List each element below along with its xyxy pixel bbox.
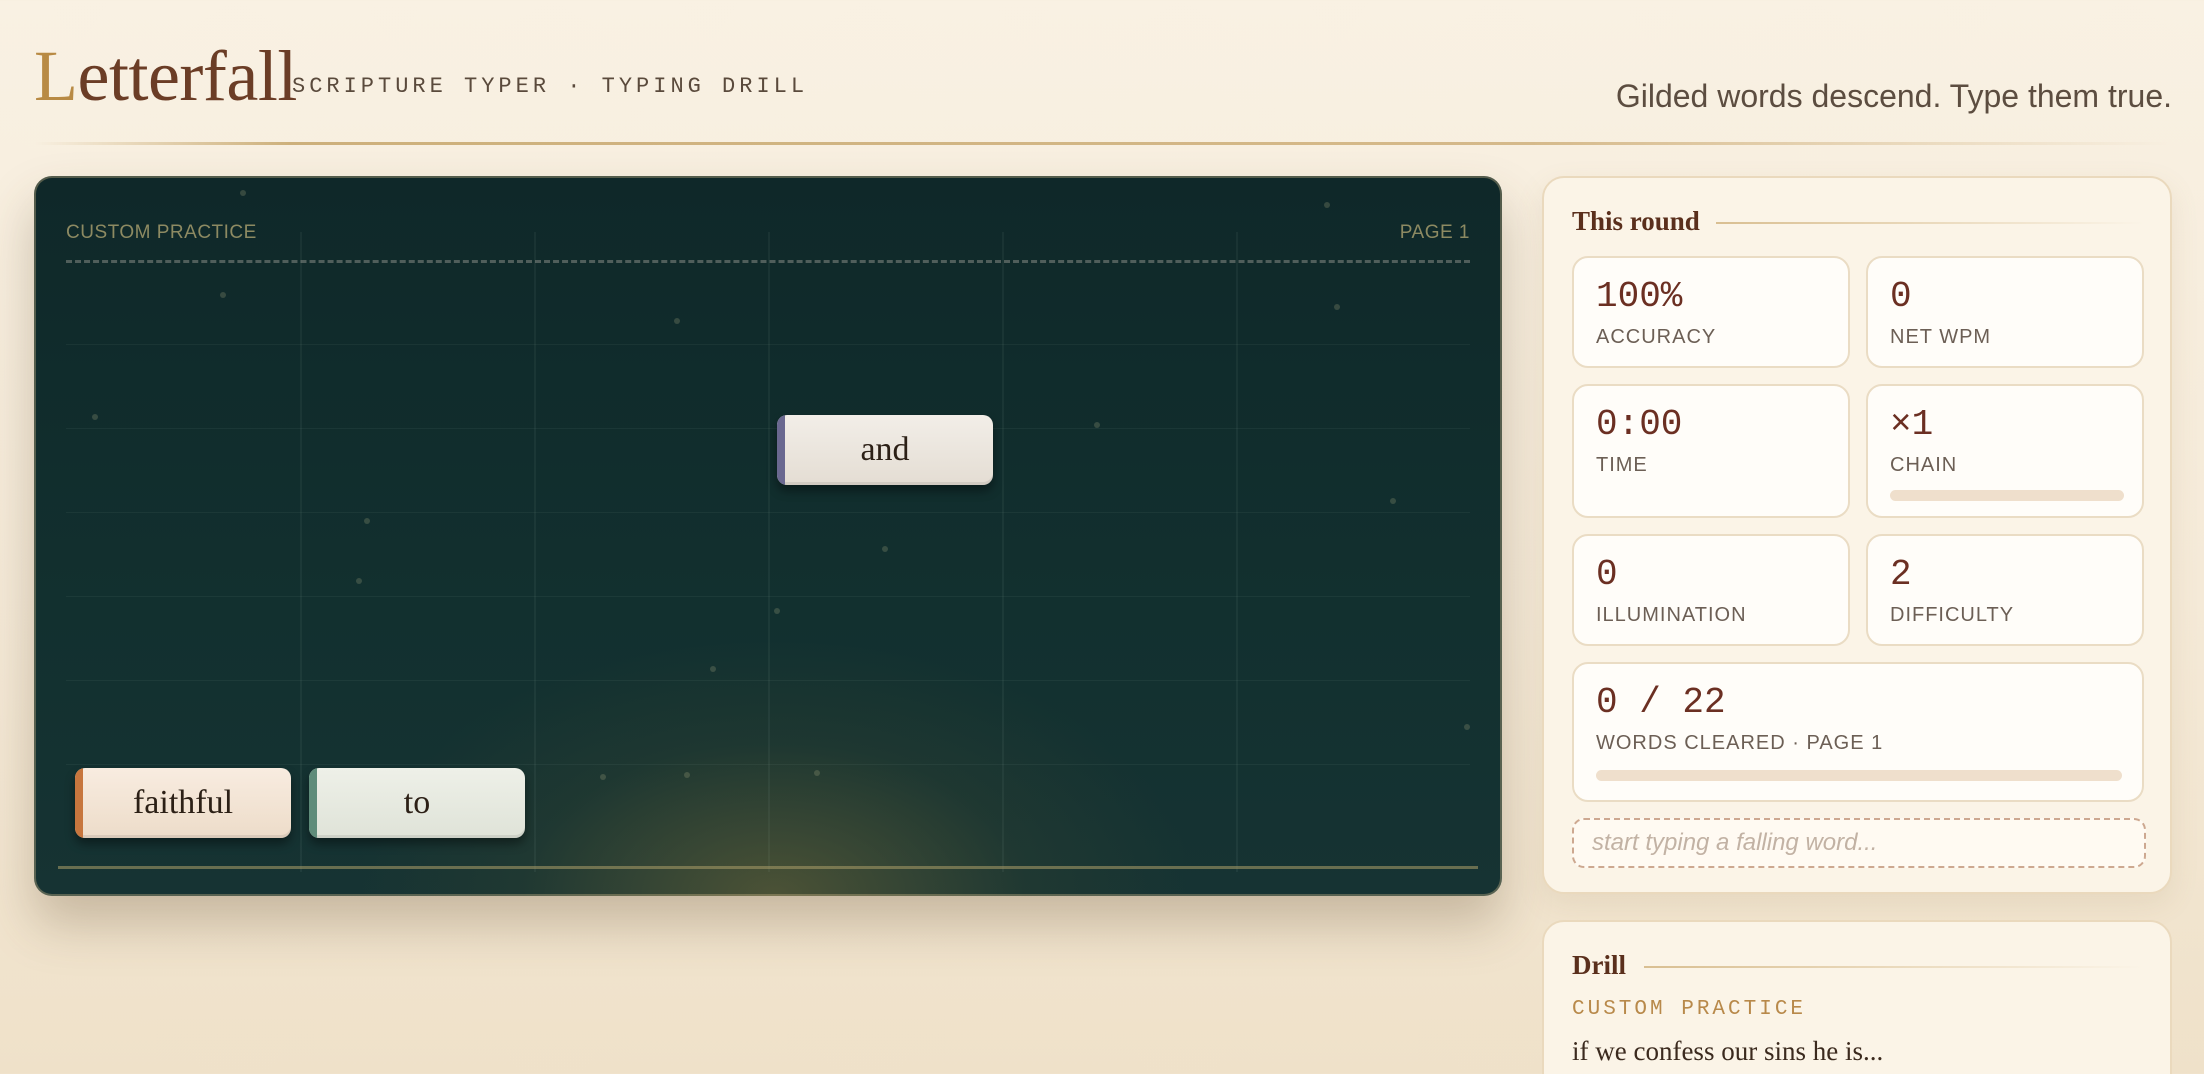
grid-line	[66, 680, 1470, 681]
floor-line	[58, 866, 1478, 869]
grid-line	[768, 232, 770, 872]
particle	[240, 190, 246, 196]
stat-time: 0:00 TIME	[1572, 384, 1850, 518]
app-title-initial: L	[34, 36, 78, 116]
stat-label: DIFFICULTY	[1890, 604, 2015, 626]
tile-accent	[309, 768, 317, 838]
falling-word-text: and	[860, 431, 910, 468]
particle	[1324, 202, 1330, 208]
stat-value: 100%	[1596, 276, 1683, 317]
grid-line	[300, 232, 302, 872]
stat-label: CHAIN	[1890, 454, 1958, 476]
app-motto: Gilded words descend. Type them true.	[1615, 78, 2172, 114]
danger-line	[66, 260, 1470, 263]
stat-value: 2	[1890, 554, 1912, 595]
stat-label: ACCURACY	[1596, 326, 1717, 348]
tile-accent	[75, 768, 83, 838]
tile-accent	[777, 415, 785, 485]
stat-label: WORDS CLEARED · PAGE 1	[1596, 732, 1884, 754]
falling-word-text: to	[403, 784, 431, 821]
particle	[882, 546, 888, 552]
falling-word-tile: faithful	[75, 768, 291, 838]
falling-word-tile: and	[777, 415, 993, 485]
particle	[674, 318, 680, 324]
app-header: Letterfall SCRIPTURE TYPER · TYPING DRIL…	[34, 36, 2172, 126]
stat-value: 0	[1890, 276, 1912, 317]
grid-line	[66, 512, 1470, 513]
grid-line	[66, 344, 1470, 345]
drill-title: Drill	[1572, 950, 1626, 980]
particle	[1464, 724, 1470, 730]
panel-title-rule	[1716, 222, 2144, 224]
particle	[710, 666, 716, 672]
cleared-progress-bar	[1596, 770, 2122, 781]
drill-panel: Drill CUSTOM PRACTICE if we confess our …	[1542, 920, 2172, 1074]
particle	[1094, 422, 1100, 428]
falling-word-text: faithful	[132, 784, 234, 821]
particle	[92, 414, 98, 420]
stat-difficulty: 2 DIFFICULTY	[1866, 534, 2144, 646]
particle	[774, 608, 780, 614]
stat-value: 0:00	[1596, 404, 1683, 445]
grid-line	[534, 232, 536, 872]
drill-text-preview: if we confess our sins he is...	[1572, 1036, 1884, 1066]
round-stats-panel: This round 100% ACCURACY 0 NET WPM 0:00 …	[1542, 176, 2172, 894]
drill-mode: CUSTOM PRACTICE	[1572, 998, 1807, 1021]
particle	[600, 774, 606, 780]
playfield-mode-label: CUSTOM PRACTICE	[66, 222, 257, 243]
drill-title-rule	[1644, 966, 2144, 968]
stat-illumination: 0 ILLUMINATION	[1572, 534, 1850, 646]
particle	[1390, 498, 1396, 504]
particle	[684, 772, 690, 778]
typing-input[interactable]	[1572, 818, 2146, 868]
particle	[814, 770, 820, 776]
grid-line	[1236, 232, 1238, 872]
stat-value: 0 / 22	[1596, 682, 1726, 723]
app-title-rest: etterfall	[77, 36, 297, 116]
stat-chain: ×1 CHAIN	[1866, 384, 2144, 518]
stat-value: ×1	[1890, 404, 1934, 445]
chain-progress-bar	[1890, 490, 2124, 501]
stat-accuracy: 100% ACCURACY	[1572, 256, 1850, 368]
stat-label: TIME	[1596, 454, 1648, 476]
stat-label: NET WPM	[1890, 326, 1992, 348]
grid-line	[1002, 232, 1004, 872]
playfield-page-label: PAGE 1	[1399, 222, 1470, 243]
particle	[364, 518, 370, 524]
falling-word-tile: to	[309, 768, 525, 838]
stat-words-cleared: 0 / 22 WORDS CLEARED · PAGE 1	[1572, 662, 2144, 802]
app-title: Letterfall	[34, 36, 297, 116]
particle	[220, 292, 226, 298]
grid-line	[66, 428, 1470, 429]
particle	[356, 578, 362, 584]
particle	[1334, 304, 1340, 310]
app-tagline: SCRIPTURE TYPER · TYPING DRILL	[292, 74, 809, 99]
header-divider	[34, 142, 2172, 145]
grid-line	[66, 764, 1470, 765]
grid-line	[66, 596, 1470, 597]
stat-label: ILLUMINATION	[1596, 604, 1747, 626]
stat-value: 0	[1596, 554, 1618, 595]
stat-net-wpm: 0 NET WPM	[1866, 256, 2144, 368]
playfield[interactable]: CUSTOM PRACTICE PAGE 1 and faithful to	[34, 176, 1502, 896]
panel-title: This round	[1572, 206, 1700, 236]
